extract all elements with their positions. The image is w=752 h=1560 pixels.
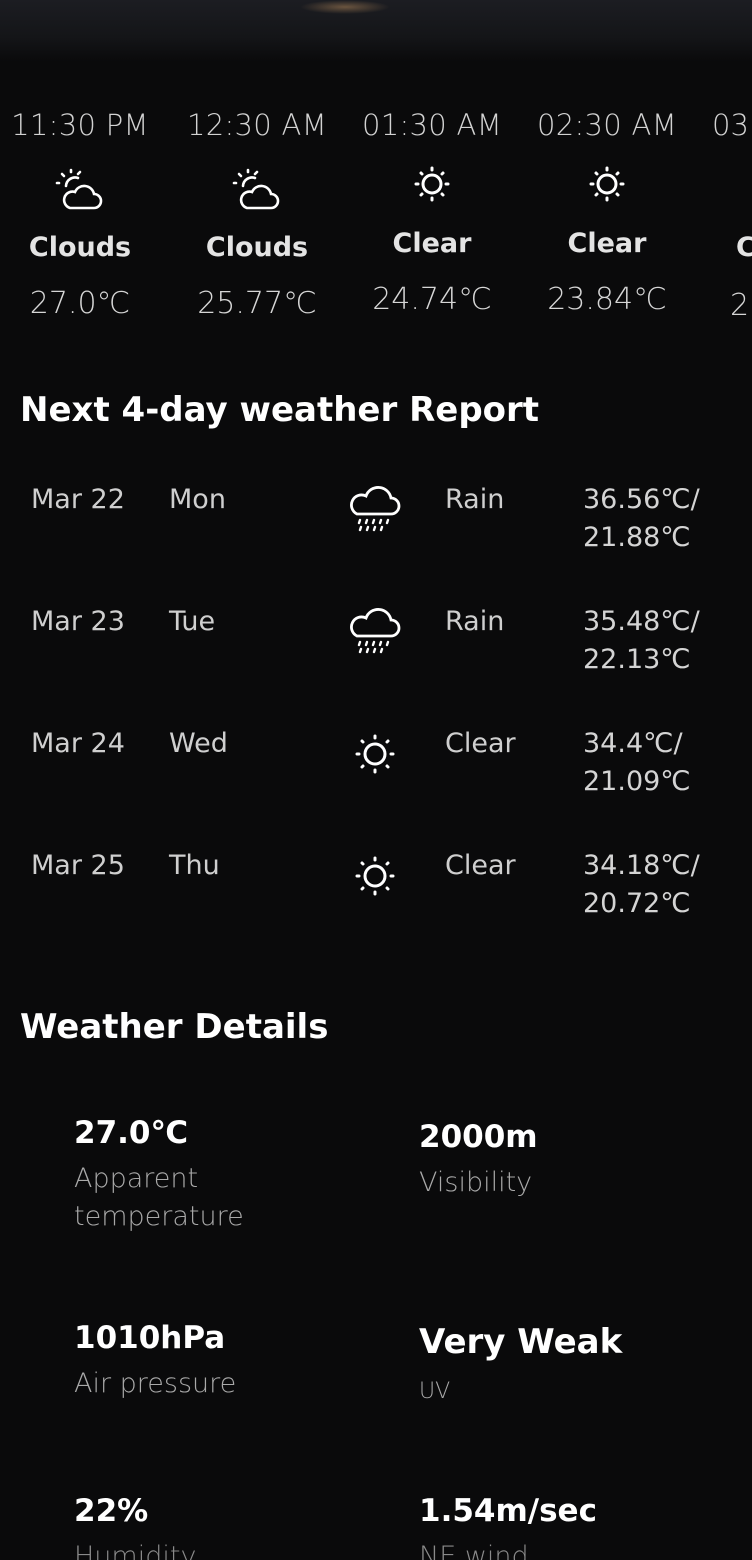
hourly-time: 03: [712, 108, 749, 142]
hourly-condition: C: [736, 232, 752, 263]
forecast-weekday: Mon: [169, 484, 226, 515]
apparent-temperature-label-line1: Apparent: [74, 1163, 199, 1194]
sun-icon: [345, 844, 405, 904]
forecast-high-temp: 35.48℃/: [583, 606, 700, 637]
apparent-temperature-label-line2: temperature: [74, 1201, 244, 1232]
forecast-condition: Rain: [445, 484, 505, 515]
forecast-low-temp: 20.72℃: [583, 888, 691, 919]
hourly-condition: Clear: [392, 228, 472, 259]
forecast-low-temp: 21.88℃: [583, 522, 691, 553]
hourly-temperature: 27.0℃: [29, 286, 131, 321]
forecast-low-temp: 22.13℃: [583, 644, 691, 675]
forecast-condition: Clear: [445, 850, 516, 881]
hourly-temperature: 25.77℃: [197, 286, 317, 321]
uv-label: UV: [419, 1379, 451, 1404]
forecast-section-title: Next 4-day weather Report: [20, 390, 540, 430]
forecast-condition: Clear: [445, 728, 516, 759]
detail-wind: 1.54m/sec NE wind: [419, 1492, 719, 1560]
air-pressure-label: Air pressure: [74, 1368, 237, 1399]
visibility-label: Visibility: [419, 1167, 533, 1198]
sun-icon: [345, 722, 405, 782]
hourly-forecast-strip[interactable]: 11:30 PM Clouds 27.0℃ 12:30 AM Clouds 25…: [0, 108, 752, 348]
detail-uv: Very Weak UV: [419, 1323, 719, 1411]
hourly-temperature: 23.84℃: [547, 282, 667, 317]
background-image-strip: [0, 0, 752, 62]
city-lights: [300, 0, 390, 14]
hourly-condition: Clouds: [28, 232, 132, 263]
hourly-condition: Clouds: [205, 232, 309, 263]
detail-humidity: 22% Humidity: [74, 1492, 374, 1560]
partly-cloudy-night-icon: [229, 164, 285, 220]
hourly-temperature: 2: [730, 288, 750, 323]
detail-visibility: 2000m Visibility: [419, 1118, 719, 1202]
forecast-date: Mar 25: [31, 850, 125, 881]
forecast-high-temp: 36.56℃/: [583, 484, 700, 515]
forecast-low-temp: 21.09℃: [583, 766, 691, 797]
apparent-temperature-value: 27.0℃: [74, 1115, 189, 1151]
hourly-time: 01:30 AM: [361, 108, 503, 142]
forecast-weekday: Wed: [169, 728, 228, 759]
humidity-value: 22%: [74, 1493, 149, 1529]
forecast-row[interactable]: Mar 23 Tue Rain 35.48℃/ 22.13℃: [0, 606, 752, 716]
forecast-condition: Rain: [445, 606, 505, 637]
partly-cloudy-night-icon: [52, 164, 108, 220]
forecast-row[interactable]: Mar 24 Wed Clear 34.4℃/ 21.09℃: [0, 728, 752, 838]
humidity-label: Humidity: [74, 1541, 197, 1560]
forecast-row[interactable]: Mar 25 Thu Clear 34.18℃/ 20.72℃: [0, 850, 752, 960]
detail-air-pressure: 1010hPa Air pressure: [74, 1319, 374, 1403]
forecast-weekday: Thu: [169, 850, 220, 881]
sun-icon: [579, 160, 635, 216]
details-section-title: Weather Details: [20, 1007, 329, 1047]
rain-cloud-icon: [345, 600, 405, 660]
hourly-temperature: 24.74℃: [372, 282, 492, 317]
hourly-time: 02:30 AM: [536, 108, 678, 142]
hourly-condition: Clear: [567, 228, 647, 259]
apparent-temperature-label: Apparent temperature: [74, 1160, 374, 1236]
hourly-time: 12:30 AM: [186, 108, 328, 142]
detail-apparent-temperature: 27.0℃ Apparent temperature: [74, 1114, 374, 1236]
air-pressure-value: 1010hPa: [74, 1320, 226, 1356]
hourly-time: 11:30 PM: [11, 108, 149, 142]
sun-icon: [404, 160, 460, 216]
visibility-value: 2000m: [419, 1119, 538, 1155]
forecast-high-temp: 34.4℃/: [583, 728, 683, 759]
wind-value: 1.54m/sec: [419, 1493, 597, 1529]
forecast-date: Mar 23: [31, 606, 125, 637]
forecast-high-temp: 34.18℃/: [583, 850, 700, 881]
forecast-row[interactable]: Mar 22 Mon Rain 36.56℃/ 21.88℃: [0, 484, 752, 594]
forecast-weekday: Tue: [169, 606, 216, 637]
forecast-date: Mar 22: [31, 484, 125, 515]
forecast-date: Mar 24: [31, 728, 125, 759]
rain-cloud-icon: [345, 478, 405, 538]
wind-label: NE wind: [419, 1541, 529, 1560]
uv-value: Very Weak: [419, 1322, 623, 1362]
